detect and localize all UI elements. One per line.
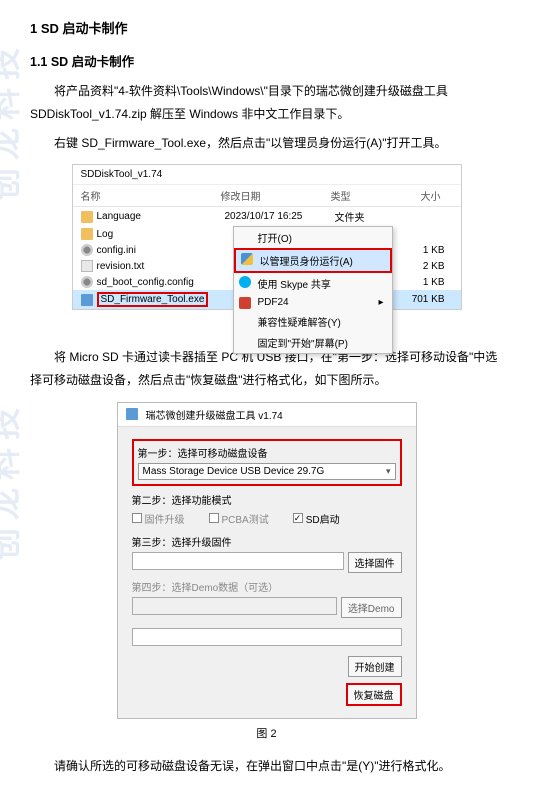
ctx-compat-troubleshoot[interactable]: 兼容性疑难解答(Y) [234, 311, 392, 332]
gear-icon [81, 276, 93, 288]
step3-label: 第三步：选择升级固件 [132, 534, 402, 549]
heading-level-1: 1 SD 启动卡制作 [30, 18, 503, 37]
file-size: 1 KB [395, 277, 445, 288]
col-header-size[interactable]: 大小 [391, 188, 441, 203]
ctx-pin-start[interactable]: 固定到"开始"屏幕(P) [234, 332, 392, 353]
ctx-run-as-admin[interactable]: 以管理员身份运行(A) [234, 248, 392, 273]
dialog-title-text: 瑞芯微创建升级磁盘工具 v1.74 [146, 407, 283, 422]
file-explorer-window: SDDiskTool_v1.74 名称 修改日期 类型 大小 Language … [72, 164, 462, 310]
file-name: sd_boot_config.config [97, 277, 225, 288]
exe-icon [81, 294, 93, 306]
file-name: Log [97, 229, 225, 240]
demo-path-input [132, 597, 337, 615]
col-header-type[interactable]: 类型 [331, 188, 391, 203]
file-size: 1 KB [395, 245, 445, 256]
watermark: 创龙科技 [0, 40, 26, 200]
progress-bar [132, 628, 402, 646]
folder-icon [81, 228, 93, 240]
figure-1: SDDiskTool_v1.74 名称 修改日期 类型 大小 Language … [30, 164, 503, 310]
step1-label: 第一步：选择可移动磁盘设备 [138, 445, 396, 460]
device-select-value: Mass Storage Device USB Device 29.7G [143, 466, 325, 477]
step4-label: 第四步：选择Demo数据（可选） [132, 579, 402, 594]
paragraph-4: 请确认所选的可移动磁盘设备无误，在弹出窗口中点击"是(Y)"进行格式化。 [30, 755, 503, 778]
heading-level-2: 1.1 SD 启动卡制作 [30, 51, 503, 70]
dialog-titlebar: 瑞芯微创建升级磁盘工具 v1.74 [118, 403, 416, 427]
gear-icon [81, 244, 93, 256]
mode-checkboxes: 固件升级 PCBA测试 SD启动 [132, 511, 402, 526]
device-select[interactable]: Mass Storage Device USB Device 29.7G ▾ [138, 463, 396, 480]
cb-pcba-test[interactable]: PCBA测试 [209, 511, 269, 526]
file-size: 701 KB [395, 294, 445, 305]
start-create-button[interactable]: 开始创建 [348, 656, 402, 677]
chevron-down-icon: ▾ [386, 466, 391, 477]
browse-demo-button: 选择Demo [341, 597, 402, 618]
pdf-icon [239, 297, 251, 309]
paragraph-2: 右键 SD_Firmware_Tool.exe，然后点击"以管理员身份运行(A)… [30, 132, 503, 155]
folder-icon [81, 211, 93, 223]
file-name: Language [97, 211, 225, 222]
col-header-date[interactable]: 修改日期 [221, 188, 331, 203]
cb-firmware-upgrade[interactable]: 固件升级 [132, 511, 185, 526]
file-name: revision.txt [97, 261, 225, 272]
paragraph-1: 将产品资料"4-软件资料\Tools\Windows\"目录下的瑞芯微创建升级磁… [30, 80, 503, 126]
watermark: 创龙科技 [0, 400, 26, 560]
browse-firmware-button[interactable]: 选择固件 [348, 552, 402, 573]
sd-tool-dialog: 瑞芯微创建升级磁盘工具 v1.74 第一步：选择可移动磁盘设备 Mass Sto… [117, 402, 417, 719]
explorer-title: SDDiskTool_v1.74 [73, 165, 461, 185]
ctx-skype-share[interactable]: 使用 Skype 共享 [234, 273, 392, 294]
skype-icon [239, 276, 251, 288]
file-icon [81, 260, 93, 272]
file-row[interactable]: Language 2023/10/17 16:25 文件夹 [73, 207, 461, 226]
ctx-open[interactable]: 打开(O) [234, 227, 392, 248]
chevron-right-icon: ▸ [378, 297, 383, 308]
app-icon [126, 408, 138, 420]
step2-label: 第二步：选择功能模式 [132, 492, 402, 507]
file-type: 文件夹 [335, 209, 395, 224]
figure-2-caption: 图 2 [30, 725, 503, 741]
file-name: SD_Firmware_Tool.exe [97, 292, 225, 307]
restore-disk-button[interactable]: 恢复磁盘 [346, 683, 402, 706]
file-name: config.ini [97, 245, 225, 256]
figure-2: 瑞芯微创建升级磁盘工具 v1.74 第一步：选择可移动磁盘设备 Mass Sto… [30, 402, 503, 719]
file-date: 2023/10/17 16:25 [225, 211, 335, 222]
step1-highlight: 第一步：选择可移动磁盘设备 Mass Storage Device USB De… [132, 439, 402, 486]
explorer-column-headers: 名称 修改日期 类型 大小 [73, 185, 461, 207]
ctx-pdf24[interactable]: PDF24 ▸ [234, 294, 392, 311]
col-header-name[interactable]: 名称 [81, 188, 221, 203]
context-menu: 打开(O) 以管理员身份运行(A) 使用 Skype 共享 PDF24 ▸ 兼容… [233, 226, 393, 354]
file-size: 2 KB [395, 261, 445, 272]
shield-icon [241, 253, 253, 265]
firmware-path-input[interactable] [132, 552, 344, 570]
cb-sd-boot[interactable]: SD启动 [293, 511, 340, 526]
